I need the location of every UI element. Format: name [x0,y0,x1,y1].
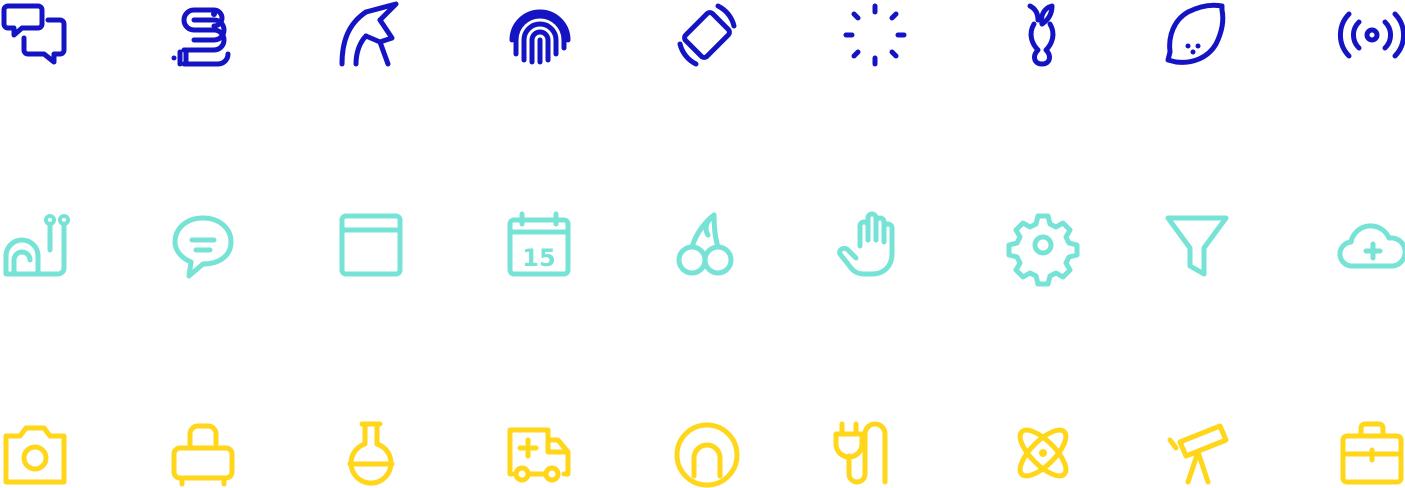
raised-hand-icon [837,210,910,280]
loading-spinner-icon [840,0,910,70]
cherries-icon [672,210,742,280]
camera-icon [0,418,70,488]
gear-icon [1006,210,1080,287]
plug-cable-icon [833,418,910,488]
browser-window-icon [336,210,406,280]
calendar-icon: 15 [504,210,574,280]
power-button-icon [672,418,742,488]
cloud-add-icon [1337,210,1405,280]
toaster-icon [168,418,238,488]
snail-icon [0,210,70,280]
icon-row-1 [0,0,1405,70]
funnel-icon [1162,210,1232,280]
ambulance-icon [504,418,574,488]
lemon-icon [1162,0,1232,70]
chat-bubbles-icon [0,0,70,70]
broadcast-icon [1337,0,1405,70]
unicorn-icon [336,0,406,70]
icon-row-3 [0,418,1405,488]
toolbox-icon [1337,418,1405,488]
screen-rotation-icon [672,0,742,70]
worm-icon [168,0,238,70]
atom-icon [1008,418,1078,488]
apple-core-icon [1008,0,1078,70]
telescope-icon [1162,418,1232,488]
icon-grid: 15 [0,0,1405,488]
speech-bubble-icon [168,210,238,280]
flask-icon [336,418,406,488]
fingerprint-icon [504,0,574,70]
calendar-day-label: 15 [522,244,555,272]
icon-row-2: 15 [0,210,1405,287]
